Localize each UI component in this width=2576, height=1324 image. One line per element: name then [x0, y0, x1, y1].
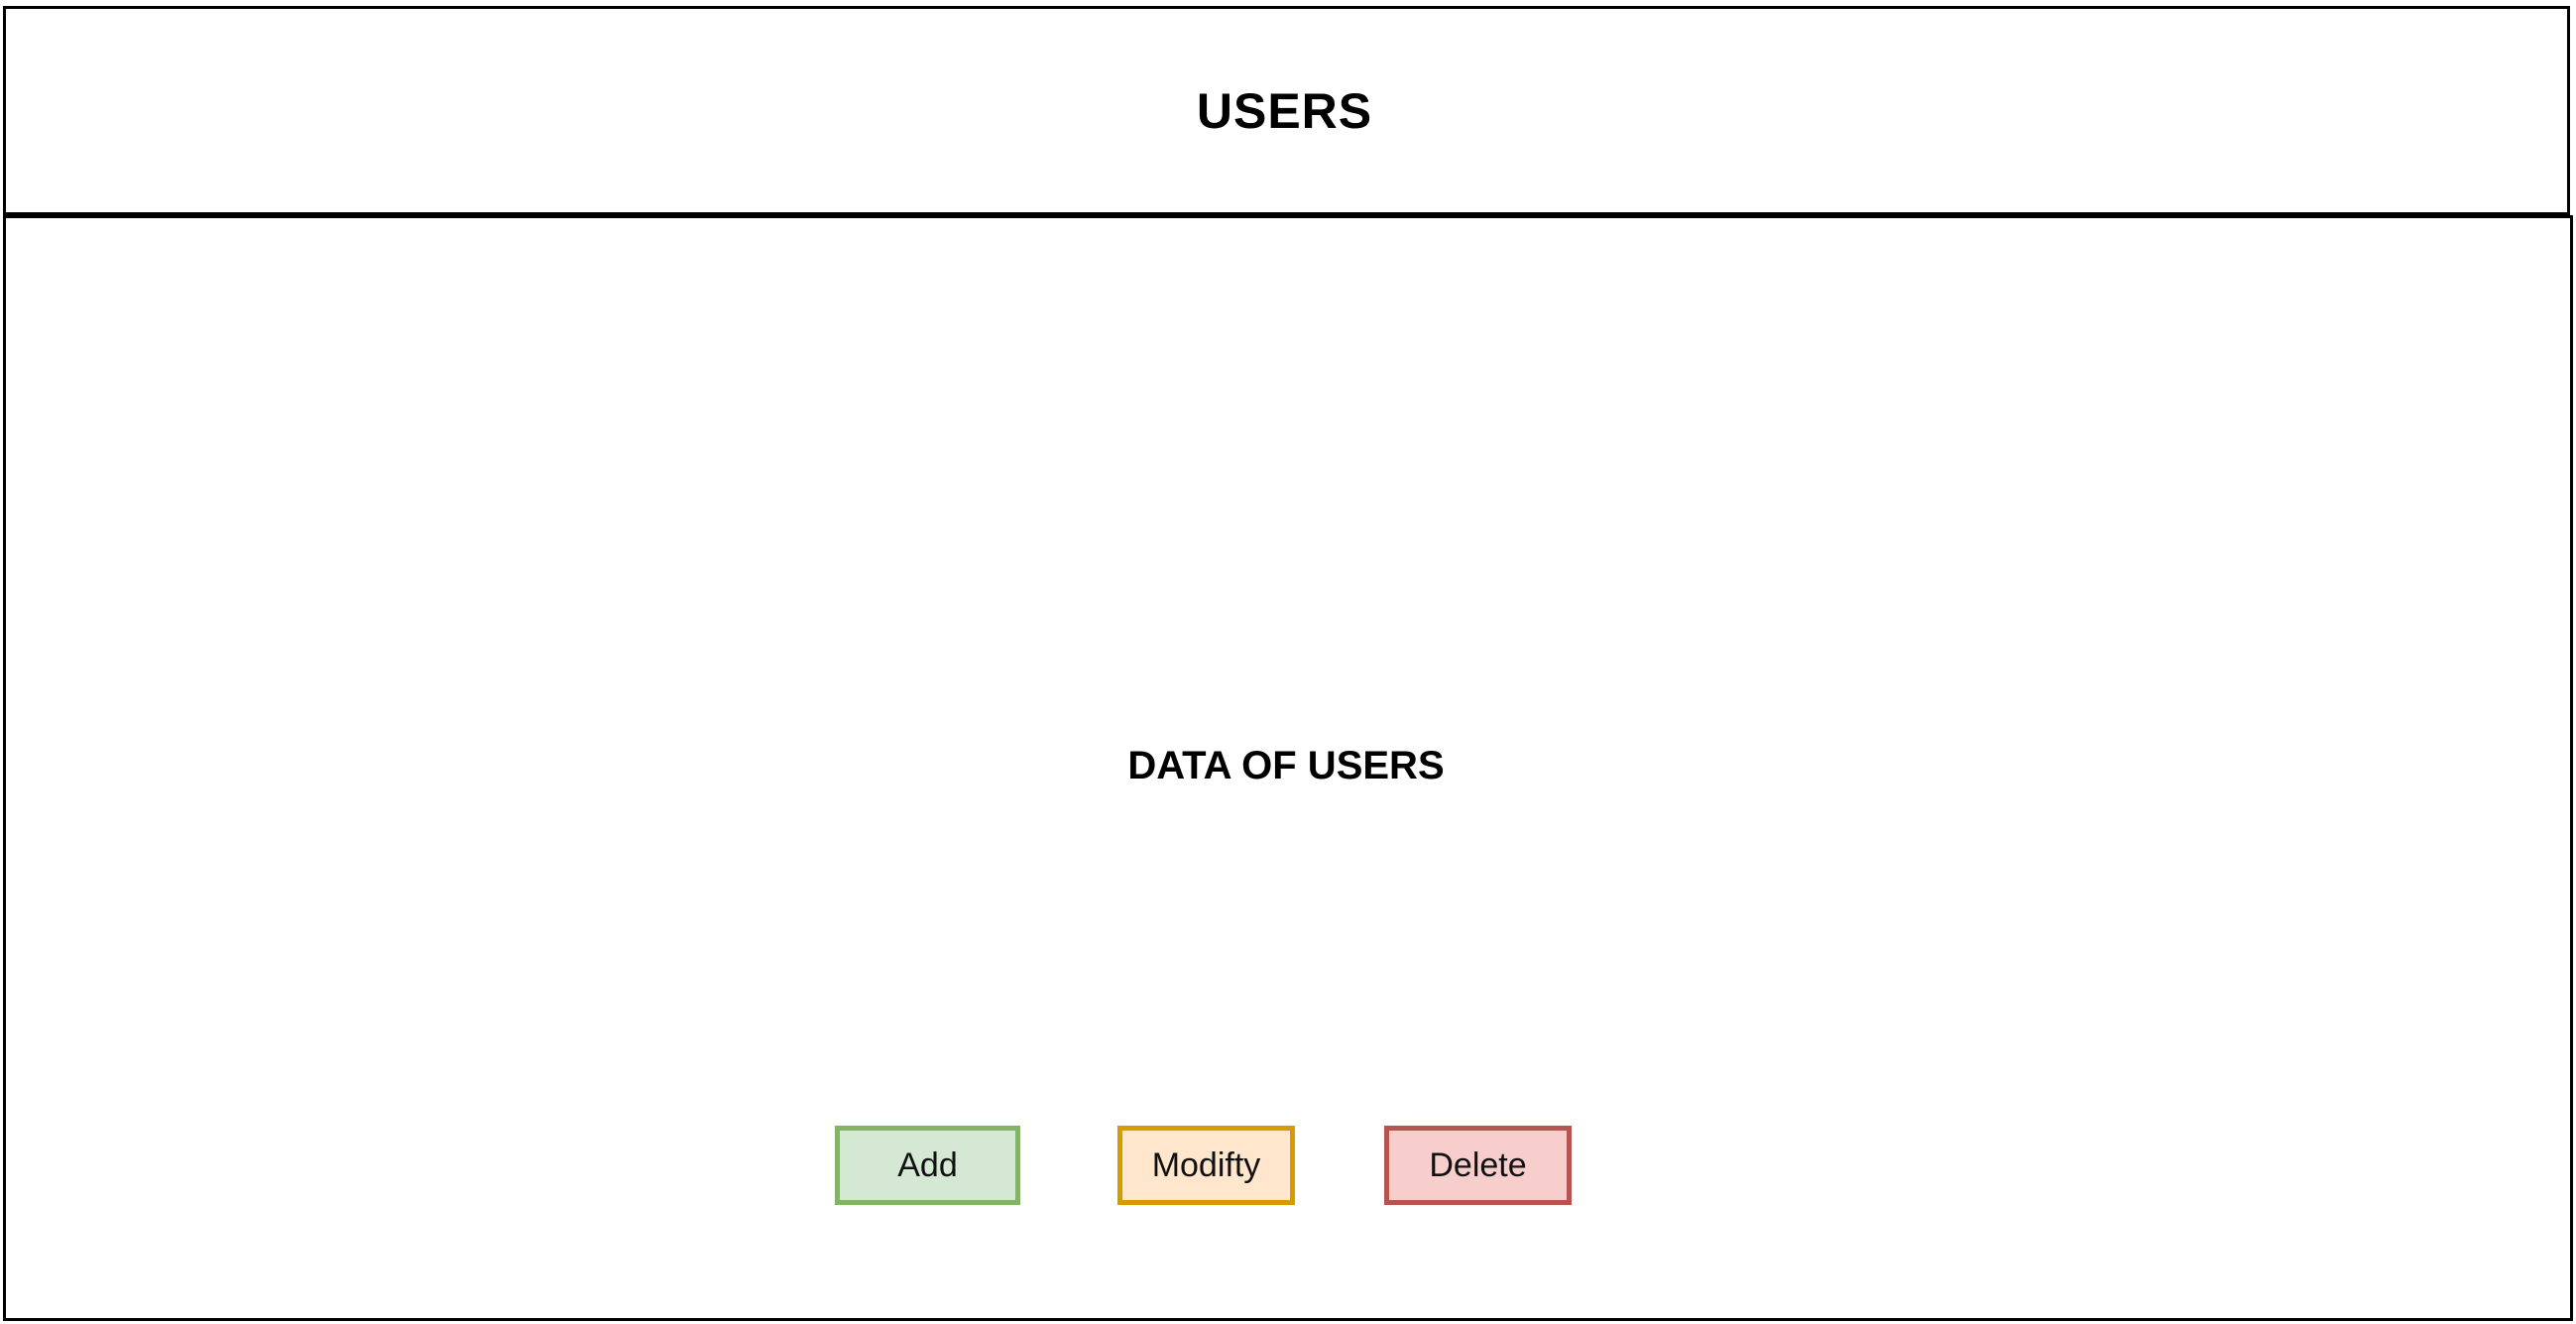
- delete-button[interactable]: Delete: [1384, 1126, 1572, 1205]
- add-button[interactable]: Add: [835, 1126, 1020, 1205]
- users-data-label: DATA OF USERS: [1127, 744, 1445, 787]
- header-panel: USERS: [3, 6, 2570, 215]
- page-title: USERS: [1196, 82, 1373, 139]
- modify-button[interactable]: Modifty: [1117, 1126, 1295, 1205]
